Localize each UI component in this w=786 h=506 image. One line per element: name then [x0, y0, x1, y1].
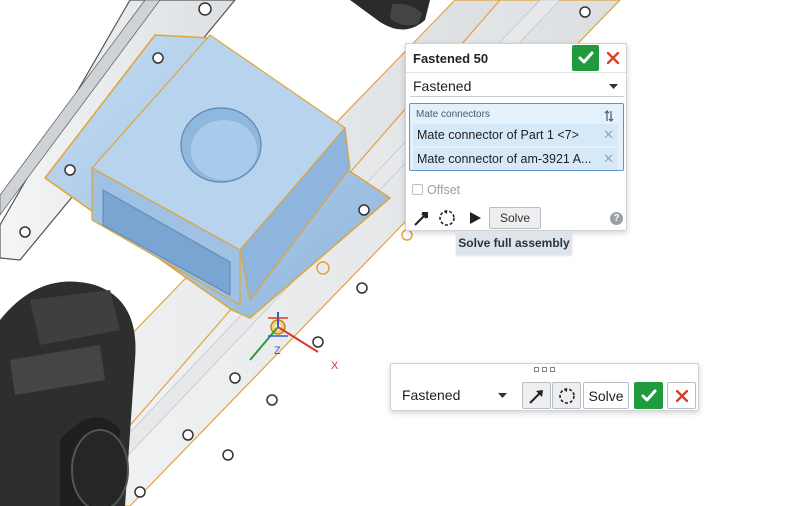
mate-connector-item[interactable]: Mate connector of am-3921 A... ✕	[413, 148, 618, 170]
accept-button[interactable]	[572, 45, 599, 71]
mate-connector-label: Mate connector of am-3921 A...	[417, 152, 592, 166]
chevron-down-icon	[498, 393, 507, 398]
mini-mate-type-value: Fastened	[402, 387, 461, 403]
close-icon	[675, 389, 688, 402]
remove-icon[interactable]: ✕	[603, 127, 614, 143]
mini-solve-button[interactable]: Solve	[583, 382, 629, 409]
dialog-tool-row: Solve ?	[409, 206, 625, 230]
dialog-header: Fastened 50	[406, 44, 626, 72]
mini-accept-button[interactable]	[634, 382, 663, 409]
checkmark-icon	[641, 389, 656, 401]
solve-tooltip: Solve full assembly	[456, 231, 572, 255]
mini-mate-type-dropdown[interactable]: Fastened	[398, 383, 511, 407]
wheel-bottom-left	[0, 281, 136, 506]
mate-connector-item[interactable]: Mate connector of Part 1 <7> ✕	[413, 124, 618, 146]
dialog-title: Fastened 50	[413, 51, 489, 66]
flip-primary-axis-icon	[528, 389, 543, 404]
axis-label-z: Z	[274, 345, 281, 357]
flip-primary-axis-icon[interactable]	[411, 207, 433, 229]
mate-type-value: Fastened	[413, 78, 472, 94]
flip-primary-axis-button[interactable]	[522, 382, 551, 409]
cancel-button[interactable]	[602, 47, 624, 69]
reorient-secondary-axis-button[interactable]	[552, 382, 581, 409]
chevron-down-icon	[609, 84, 618, 89]
offset-checkbox[interactable]	[412, 184, 423, 195]
help-icon[interactable]: ?	[610, 212, 623, 225]
mate-connectors-label: Mate connectors	[416, 109, 490, 120]
reorient-secondary-axis-icon[interactable]	[436, 207, 458, 229]
mate-type-dropdown[interactable]: Fastened	[410, 75, 624, 97]
mini-cancel-button[interactable]	[667, 382, 696, 409]
mate-connectors-field[interactable]: Mate connectors Mate connector of Part 1…	[409, 103, 624, 171]
offset-label: Offset	[427, 183, 461, 197]
mate-feature-dialog: Fastened 50 Fastened Mate connectors Mat…	[405, 43, 627, 231]
assembly-viewport[interactable]: Z X	[0, 0, 786, 506]
animate-play-icon[interactable]	[464, 207, 486, 229]
divider	[406, 72, 626, 73]
close-icon	[607, 52, 619, 64]
checkmark-icon	[578, 51, 593, 64]
wheel-top	[350, 0, 430, 30]
remove-icon[interactable]: ✕	[603, 151, 614, 167]
solve-button[interactable]: Solve	[489, 207, 541, 229]
drag-handle[interactable]	[534, 367, 555, 372]
mate-mini-toolbar: Fastened Solve	[390, 363, 699, 411]
reorient-secondary-axis-icon	[558, 387, 575, 404]
mate-connector-label: Mate connector of Part 1 <7>	[417, 128, 579, 142]
axis-label-x: X	[331, 360, 339, 372]
swap-order-icon[interactable]	[604, 110, 614, 122]
